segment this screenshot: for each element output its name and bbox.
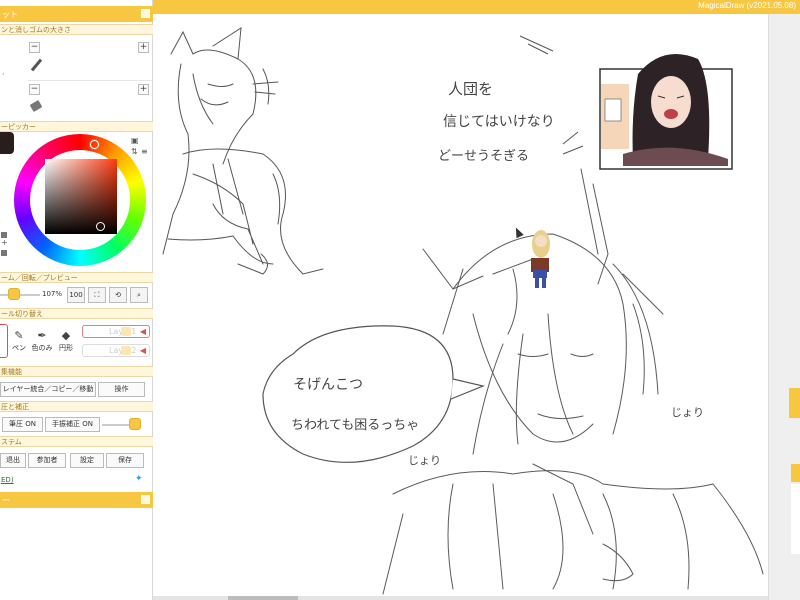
panel-header: ット [0,6,153,22]
tool-pen-label: ペン [12,344,26,352]
pen-pressure-toggle[interactable]: 筆圧 ON [2,417,43,432]
sfx-text-left: じょり [408,454,441,467]
bubble-text-1: そげんこつ [293,377,363,393]
section-system: ステム [0,436,153,447]
tool-pen[interactable]: ✎ ペン [8,328,30,356]
note-text-3: どーせうそぎる [438,149,529,164]
zoom-slider-track[interactable] [0,294,40,296]
app-title: MagicalDraw (v2021.05.08) [698,1,796,10]
fit-screen-icon[interactable]: ⛶ [88,287,106,303]
swap-icon[interactable]: ⇅ [131,147,138,156]
sfx-text-right: じょり [671,406,704,419]
brush-size-plus-button[interactable]: + [138,42,149,53]
settings-button[interactable]: 設定 [70,453,104,468]
right-panel-content [791,484,800,554]
eraser-icon: ◆ [61,329,71,342]
divider [28,80,152,81]
layer-2-knob [121,346,131,355]
tool-eraser-label: 円形 [59,344,73,352]
participants-button[interactable]: 参加者 [28,453,66,468]
scrollbar-thumb[interactable] [228,596,298,600]
brush-size-minus-button[interactable]: − [29,42,40,53]
section-color-picker: ーピッカー [0,121,153,132]
note-text-2: 信じてはいけなり [443,114,555,130]
section-zoom: ーム／回転／プレビュー [0,272,153,283]
magicaldraw-app: 人団を 信じてはいけなり どーせうそぎる そげんこつ ちわれても困るっちゃ じょ… [0,0,800,600]
hue-cursor-icon[interactable] [90,140,99,149]
layer-1-knob [121,327,131,336]
tool-eyedropper[interactable]: ✒ 色のみ [31,328,53,356]
sketch-layer: 人団を 信じてはいけなり どーせうそぎる そげんこつ ちわれても困るっちゃ じょ… [162,27,764,595]
eraser-size-minus-button[interactable]: − [29,84,40,95]
zoom-slider-knob[interactable] [8,288,20,300]
twitter-icon[interactable]: ✦ [135,475,145,484]
section-pressure: 圧と補正 [0,401,153,412]
section-brush-size: ンと消しゴムの大きさ [0,24,153,35]
speech-bubble [262,325,454,463]
panel-header-label: ット [2,10,18,19]
note-text-1: 人団を [448,80,493,98]
horizontal-scrollbar[interactable] [153,596,768,600]
arrow-left-icon: ◀ [139,327,146,336]
tool-panel: ット ンと消しゴムの大きさ − + · − + ーピッカー ▣ ⇅ ≡ + ーム… [0,0,153,600]
bubble-text-2: ちわれても困るっちゃ [291,418,419,433]
current-color-swatch [0,132,14,154]
exit-button[interactable]: 退出 [0,453,26,468]
section-tool-switch: ール切り替え [0,308,153,319]
right-panel-tab[interactable] [789,388,800,418]
eraser-size-plus-button[interactable]: + [138,84,149,95]
save-button[interactable]: 保存 [106,453,144,468]
minimize-button[interactable] [141,495,150,504]
list-icon[interactable]: ≡ [141,147,148,156]
pen-size-icon [29,58,43,72]
zoom-reset-button[interactable]: 100 [67,287,85,303]
pen-dot-icon: · [2,70,5,79]
zoom-percent: 107% [42,290,63,298]
rotate-icon[interactable]: ⟲ [109,287,127,303]
drawing-canvas[interactable]: 人団を 信じてはいけなり どーせうそぎる そげんこつ ちわれても困るっちゃ じょ… [153,14,768,596]
stabilizer-toggle[interactable]: 手振補正 ON [45,417,100,432]
swatch-plus-icon[interactable]: + [1,238,8,247]
arrow-left-icon: ◀ [139,346,146,355]
panel-footer: ー [0,492,153,508]
section-edit: 集機能 [0,366,153,377]
pen-icon: ✎ [14,329,24,342]
minimize-button[interactable] [141,9,150,18]
right-panel-tab-2[interactable] [791,464,800,482]
tool-eyedropper-label: 色のみ [31,344,53,352]
selected-tool-indicator [0,324,8,358]
panel-footer-label: ー [2,496,10,505]
stabilizer-slider-knob[interactable] [129,418,141,430]
swatch-icon[interactable] [1,250,7,256]
credit-link[interactable]: ED) [1,476,14,484]
magnifier-icon[interactable]: ⌕ [130,287,148,303]
sv-cursor-icon[interactable] [96,222,105,231]
right-panel-strip [768,14,800,600]
tool-eraser[interactable]: ◆ 円形 [55,328,77,356]
layer-1-toggle[interactable]: Layer1 ◀ [82,325,150,338]
operation-button[interactable]: 操作 [98,382,145,397]
layer-2-toggle[interactable]: Layer2 ◀ [82,344,150,357]
layer-merge-copy-move-button[interactable]: レイヤー統合／コピー／移動 [0,382,96,397]
palette-icon[interactable]: ▣ [131,136,139,145]
eraser-size-icon [29,99,43,113]
saturation-value-square[interactable] [45,159,117,234]
eyedropper-icon: ✒ [37,329,47,342]
chibi-figure [531,230,550,288]
